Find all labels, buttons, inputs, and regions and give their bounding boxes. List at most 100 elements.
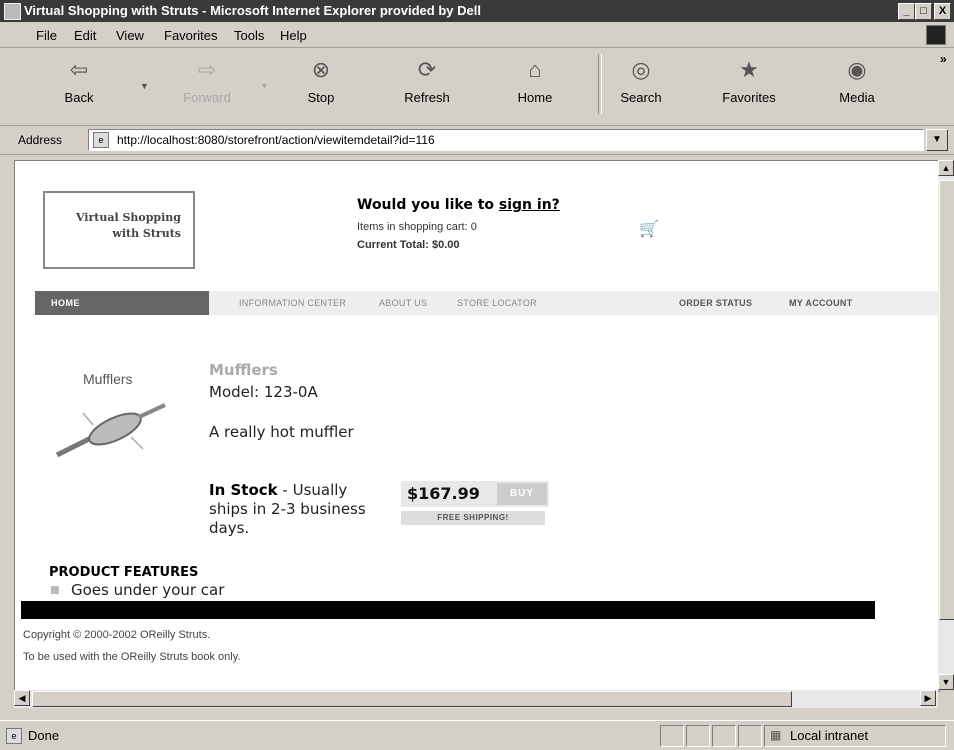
back-button[interactable]: ⇦ Back — [44, 56, 114, 105]
product-model: Model: 123-0A — [209, 383, 318, 401]
product-price: $167.99 — [407, 484, 480, 503]
menu-bar: File Edit View Favorites Tools Help — [0, 23, 954, 48]
cart-total: Current Total: $0.00 — [357, 239, 460, 251]
status-bar: e Done ▦ Local intranet — [0, 720, 954, 750]
status-pane — [686, 725, 710, 747]
scroll-down-arrow-icon[interactable]: ▼ — [938, 674, 954, 690]
buy-button[interactable]: BUY — [497, 483, 547, 505]
nav-home[interactable]: HOME — [35, 291, 209, 315]
site-logo[interactable]: Virtual Shopping with Struts — [43, 191, 195, 269]
refresh-button[interactable]: ⟳ Refresh — [392, 56, 462, 105]
status-text: Done — [28, 728, 60, 743]
site-nav: HOME INFORMATION CENTER ABOUT US STORE L… — [35, 291, 939, 315]
nav-store-locator[interactable]: STORE LOCATOR — [457, 298, 537, 308]
forward-arrow-icon: ⇨ — [197, 57, 217, 82]
address-dropdown-icon[interactable]: ▼ — [926, 129, 948, 151]
product-image-label: Mufflers — [83, 371, 133, 387]
menu-tools[interactable]: Tools — [234, 28, 264, 43]
favorites-icon: ★ — [739, 57, 759, 82]
media-label: Media — [839, 90, 875, 105]
security-zone: Local intranet — [790, 728, 869, 743]
toolbar-separator — [598, 54, 602, 114]
stop-label: Stop — [307, 90, 335, 105]
title-bar: Virtual Shopping with Struts - Microsoft… — [0, 0, 954, 22]
footer-bar — [21, 601, 875, 619]
menu-favorites[interactable]: Favorites — [164, 28, 217, 43]
favorites-label: Favorites — [722, 90, 776, 105]
menu-view[interactable]: View — [116, 28, 144, 43]
page-icon: e — [93, 132, 109, 148]
address-label: Address — [18, 133, 63, 147]
search-label: Search — [620, 90, 662, 105]
shopping-cart-icon[interactable]: 🛒 — [639, 219, 659, 239]
features-heading: PRODUCT FEATURES — [49, 565, 199, 580]
horizontal-scroll-thumb[interactable] — [32, 691, 792, 707]
stock-status: In Stock - Usually ships in 2-3 business… — [209, 481, 379, 538]
favorites-button[interactable]: ★ Favorites — [714, 56, 784, 105]
toolbar: ⇦ Back ▼ ⇨ Forward ▼ ⊗ Stop ⟳ Refresh ⌂ … — [0, 48, 954, 126]
status-pane — [660, 725, 684, 747]
media-icon: ◉ — [847, 57, 867, 82]
forward-button[interactable]: ⇨ Forward — [172, 56, 242, 105]
close-button[interactable]: X — [934, 3, 951, 20]
refresh-label: Refresh — [404, 90, 450, 105]
muffler-image — [55, 403, 166, 458]
back-label: Back — [64, 90, 94, 105]
refresh-icon: ⟳ — [417, 57, 437, 82]
scroll-right-arrow-icon[interactable]: ▶ — [920, 690, 936, 706]
media-button[interactable]: ◉ Media — [822, 56, 892, 105]
page-content: Virtual Shopping with Struts Would you l… — [14, 160, 940, 692]
logo-line1: Virtual Shopping — [75, 211, 181, 224]
logo-line2: with Struts — [112, 227, 181, 240]
toolbar-overflow-button[interactable]: » — [940, 52, 947, 66]
search-icon: ◎ — [631, 57, 651, 82]
stop-button[interactable]: ⊗ Stop — [286, 56, 356, 105]
stop-icon: ⊗ — [311, 57, 331, 82]
address-url[interactable]: http://localhost:8080/storefront/action/… — [117, 133, 435, 147]
price-panel: $167.99 BUY — [401, 481, 549, 507]
menu-help[interactable]: Help — [280, 28, 307, 43]
windows-logo-icon — [926, 25, 946, 45]
signin-link[interactable]: sign in? — [499, 197, 560, 213]
stock-status-bold: In Stock — [209, 481, 278, 499]
horizontal-scrollbar[interactable]: ◀ ▶ — [14, 690, 938, 708]
copyright-line1: Copyright © 2000-2002 OReilly Struts. — [23, 629, 211, 641]
nav-my-account[interactable]: MY ACCOUNT — [789, 298, 853, 308]
nav-order-status[interactable]: ORDER STATUS — [679, 298, 752, 308]
address-input[interactable]: e http://localhost:8080/storefront/actio… — [88, 129, 924, 151]
forward-dropdown-icon[interactable]: ▼ — [260, 81, 269, 91]
scroll-left-arrow-icon[interactable]: ◀ — [14, 690, 30, 706]
scroll-up-arrow-icon[interactable]: ▲ — [938, 160, 954, 176]
signin-prompt-text: Would you like to — [357, 197, 499, 213]
signin-prompt: Would you like to sign in? — [357, 197, 560, 213]
forward-label: Forward — [183, 90, 231, 105]
copyright-line2: To be used with the OReilly Struts book … — [23, 651, 241, 663]
window-title: Virtual Shopping with Struts - Microsoft… — [24, 3, 481, 18]
menu-file[interactable]: File — [36, 28, 57, 43]
page-status-icon: e — [6, 728, 22, 744]
status-pane — [712, 725, 736, 747]
cart-items-count: Items in shopping cart: 0 — [357, 221, 477, 233]
menu-edit[interactable]: Edit — [74, 28, 96, 43]
address-bar: Address e http://localhost:8080/storefro… — [0, 126, 954, 155]
home-icon: ⌂ — [528, 57, 542, 82]
nav-about-us[interactable]: ABOUT US — [379, 298, 427, 308]
back-arrow-icon: ⇦ — [69, 57, 89, 82]
bullet-icon — [51, 586, 59, 594]
status-pane — [738, 725, 762, 747]
vertical-scroll-thumb[interactable] — [939, 180, 954, 620]
free-shipping-badge: FREE SHIPPING! — [401, 511, 545, 525]
feature-item: Goes under your car — [71, 581, 225, 599]
intranet-zone-icon: ▦ — [770, 728, 782, 742]
vertical-scrollbar[interactable]: ▲ ▼ — [938, 160, 954, 690]
product-name: Mufflers — [209, 361, 278, 379]
maximize-button[interactable]: □ — [915, 3, 932, 20]
minimize-button[interactable]: _ — [898, 3, 915, 20]
home-label: Home — [517, 90, 553, 105]
home-button[interactable]: ⌂ Home — [500, 56, 570, 105]
search-button[interactable]: ◎ Search — [606, 56, 676, 105]
back-dropdown-icon[interactable]: ▼ — [140, 81, 149, 91]
nav-information-center[interactable]: INFORMATION CENTER — [239, 298, 346, 308]
ie-app-icon[interactable] — [4, 3, 21, 20]
product-description: A really hot muffler — [209, 423, 354, 441]
